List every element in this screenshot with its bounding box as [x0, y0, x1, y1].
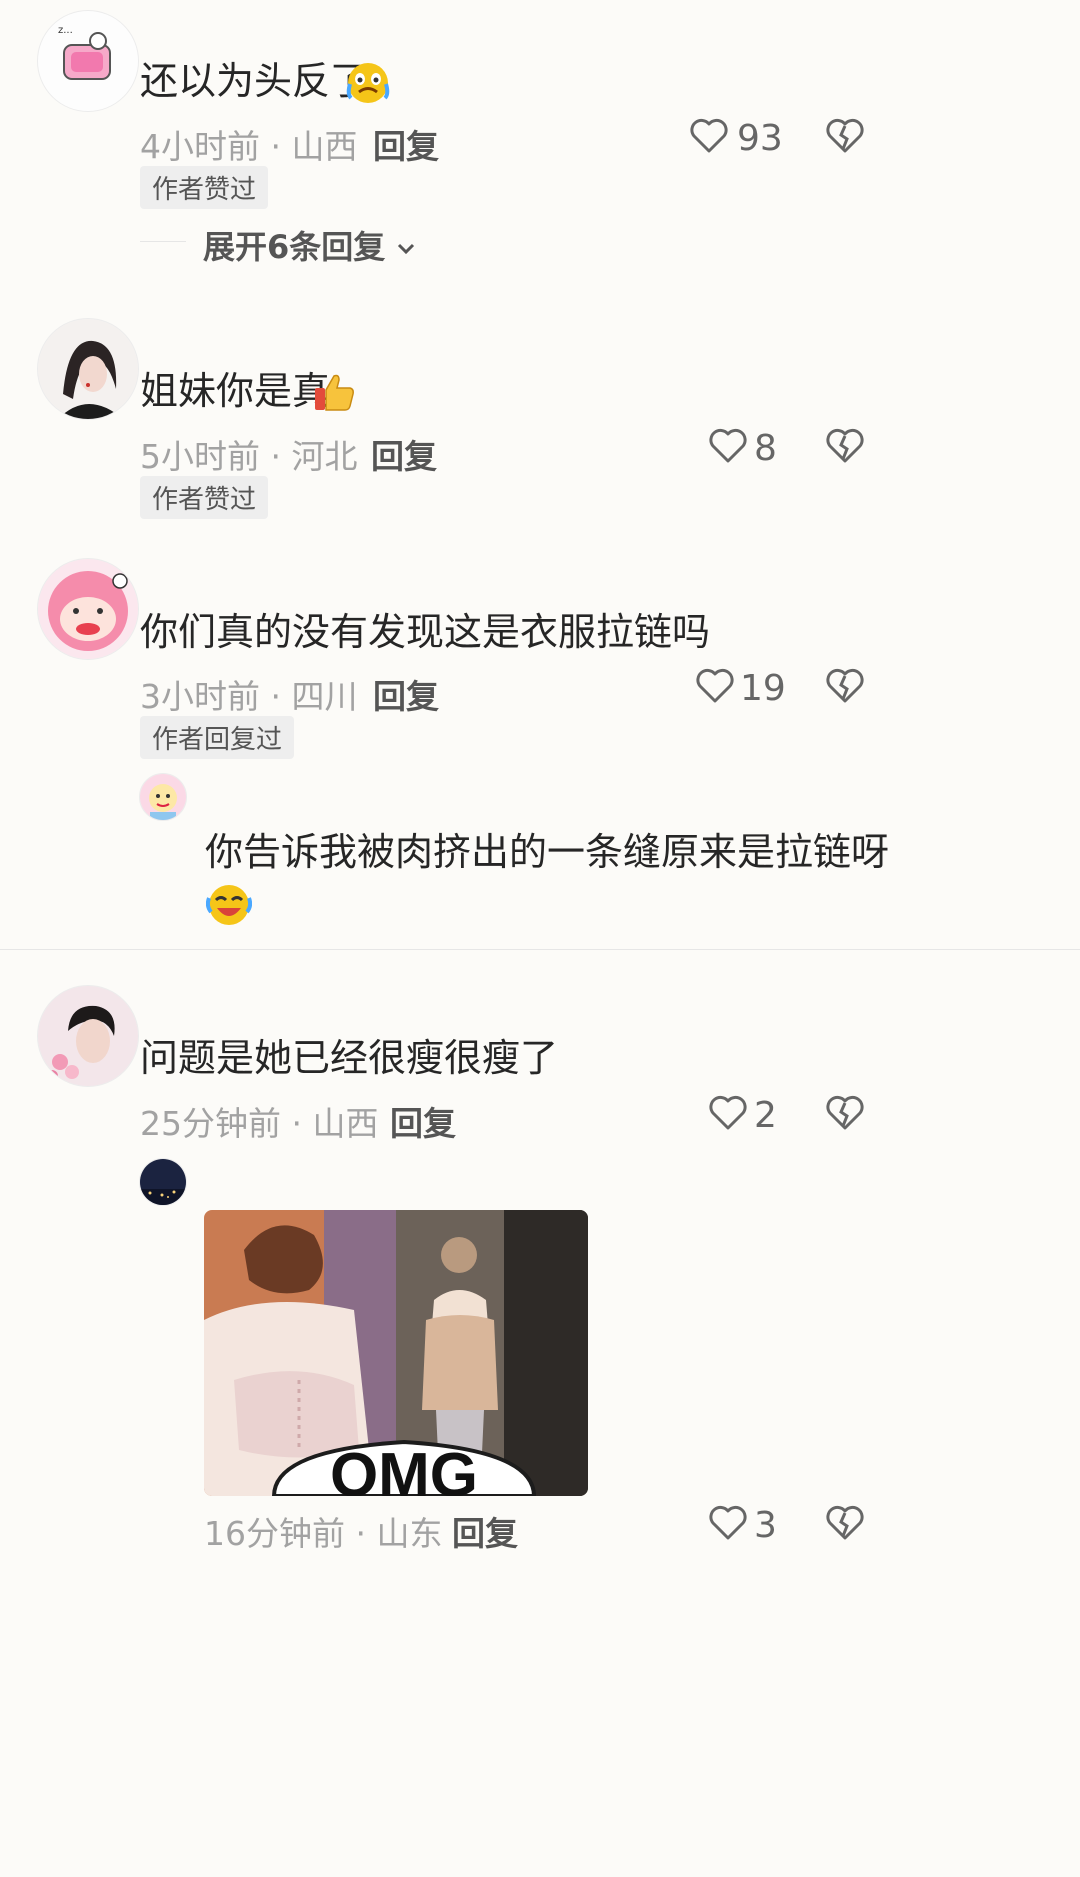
- reply-avatar[interactable]: [139, 1158, 187, 1206]
- like-count: 8: [754, 428, 777, 469]
- reply-button[interactable]: 回复: [371, 430, 437, 478]
- avatar[interactable]: [37, 558, 139, 660]
- image-caption: OMG: [330, 1441, 478, 1496]
- like-count: 3: [754, 1505, 777, 1546]
- thumbs-up-emoji: [312, 370, 356, 414]
- reply-text: 你告诉我被肉挤出的一条缝原来是拉链呀: [205, 830, 890, 874]
- like-count: 19: [740, 668, 786, 709]
- svg-text:z...: z...: [58, 25, 73, 36]
- like-icon[interactable]: [709, 1505, 747, 1541]
- comment-text: 你们真的没有发现这是衣服拉链吗: [140, 610, 711, 654]
- reply-button[interactable]: 回复: [390, 1097, 456, 1145]
- like-count: 93: [737, 118, 783, 159]
- avatar[interactable]: [37, 318, 139, 420]
- dislike-icon[interactable]: [826, 1505, 864, 1541]
- chevron-down-icon: [398, 243, 415, 255]
- comment-meta: 25分钟前 · 山西: [140, 1104, 379, 1143]
- dislike-icon[interactable]: [826, 428, 864, 464]
- expand-divider: [140, 241, 186, 242]
- author-liked-badge: 作者赞过: [140, 476, 269, 519]
- like-icon[interactable]: [690, 118, 728, 154]
- avatar[interactable]: z...: [37, 10, 139, 112]
- comment-meta: 3小时前 · 四川: [140, 677, 358, 716]
- like-icon[interactable]: [696, 668, 734, 704]
- comment-text: 问题是她已经很瘦很瘦了: [140, 1036, 559, 1080]
- author-liked-badge: 作者赞过: [140, 166, 269, 209]
- dislike-icon[interactable]: [826, 668, 864, 704]
- reply-avatar[interactable]: [139, 773, 187, 821]
- author-replied-badge: 作者回复过: [140, 716, 295, 759]
- like-count: 2: [754, 1095, 777, 1136]
- reply-button[interactable]: 回复: [373, 670, 439, 718]
- like-icon[interactable]: [709, 1095, 747, 1131]
- avatar[interactable]: [37, 985, 139, 1087]
- crying-face-emoji: [345, 60, 391, 106]
- comment-text: 还以为头反了: [140, 59, 369, 103]
- reply-meta: 16分钟前 · 山东: [204, 1514, 443, 1553]
- dislike-icon[interactable]: [826, 1095, 864, 1131]
- comment-meta: 5小时前 · 河北: [140, 437, 358, 476]
- comment-meta: 4小时前 · 山西: [140, 127, 358, 166]
- expand-replies-button[interactable]: 展开6条回复: [203, 222, 416, 268]
- comment-text: 姐妹你是真: [140, 369, 331, 413]
- reply-button[interactable]: 回复: [373, 120, 439, 168]
- comment-divider: [0, 949, 1080, 950]
- laughing-crying-face-emoji: [206, 882, 252, 928]
- like-icon[interactable]: [709, 428, 747, 464]
- reply-button[interactable]: 回复: [452, 1507, 518, 1555]
- reply-image[interactable]: OMG: [204, 1210, 588, 1496]
- dislike-icon[interactable]: [826, 118, 864, 154]
